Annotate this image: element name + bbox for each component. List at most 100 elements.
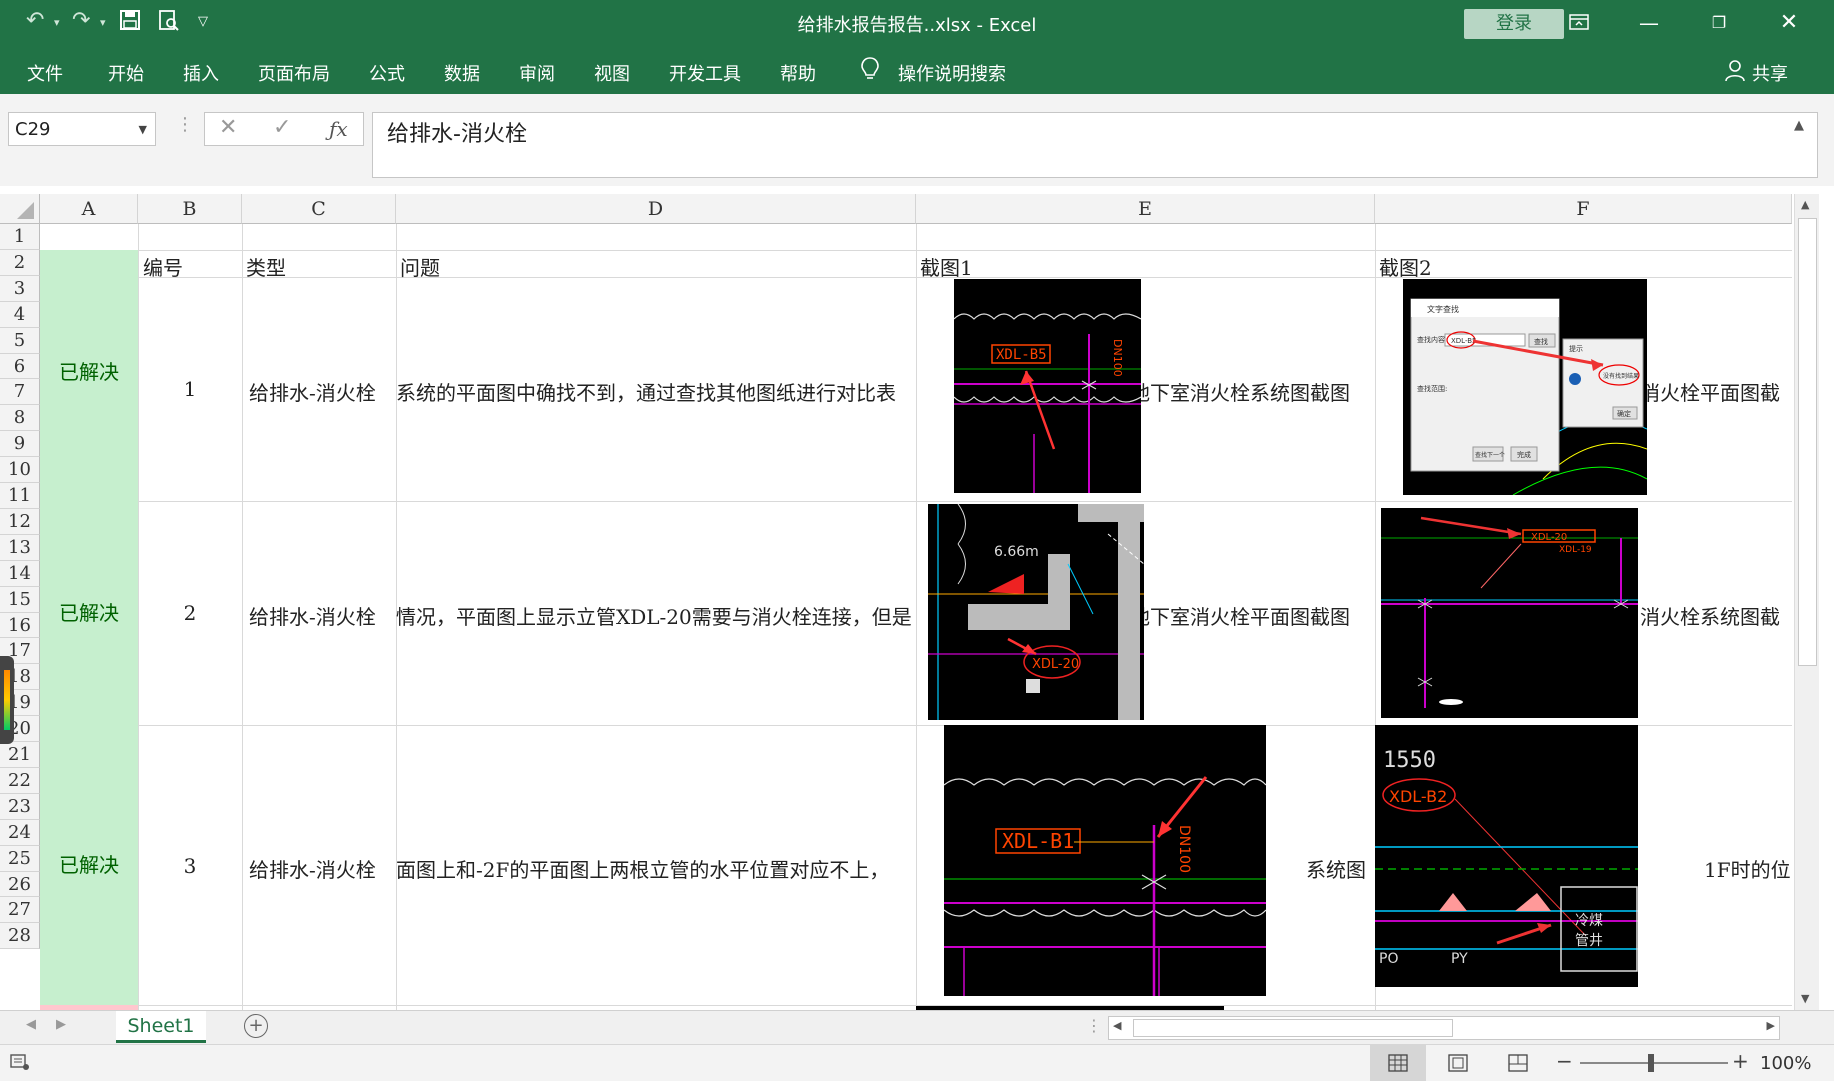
zoom-in-icon[interactable]: + (1732, 1049, 1749, 1073)
column-header-d[interactable]: D (396, 194, 916, 224)
row-header[interactable]: 4 (0, 302, 40, 328)
row-header[interactable]: 23 (0, 794, 40, 820)
record-issue[interactable]: 面图上和-2F的平面图上两根立管的水平位置对应不上， (396, 854, 916, 883)
column-header-f[interactable]: F (1375, 194, 1792, 224)
record-issue[interactable]: 情况，平面图上显示立管XDL-20需要与消火栓连接，但是 (396, 601, 916, 630)
scroll-left-icon[interactable]: ◀ (1113, 1019, 1121, 1032)
row-header[interactable]: 13 (0, 535, 40, 561)
side-widget[interactable] (0, 656, 14, 744)
select-all-corner[interactable] (0, 194, 40, 224)
row-header[interactable]: 2 (0, 250, 40, 276)
row-header[interactable]: 27 (0, 897, 40, 923)
row-header[interactable]: 14 (0, 561, 40, 587)
enter-icon[interactable]: ✓ (273, 115, 291, 140)
tab-insert[interactable]: 插入 (183, 60, 219, 86)
status-cell[interactable]: 已解决 (40, 725, 138, 1005)
cad-screenshot[interactable]: 文字查找 查找内容: XDL-B5 查找 查找范围: 查找下一个 完成 提示 没… (1403, 279, 1647, 495)
horizontal-scrollbar[interactable]: ◀ ▶ (1108, 1016, 1780, 1040)
normal-view-button[interactable] (1370, 1045, 1426, 1081)
page-break-view-icon[interactable] (1508, 1054, 1528, 1076)
tell-me-search[interactable]: 操作说明搜索 (898, 60, 1006, 86)
header-shot2[interactable]: 截图2 (1379, 252, 1432, 281)
next-sheet-icon[interactable]: ▶ (56, 1017, 66, 1032)
zoom-level[interactable]: 100% (1760, 1053, 1811, 1074)
ribbon-display-icon[interactable] (1554, 6, 1604, 40)
zoom-slider-thumb[interactable] (1648, 1054, 1654, 1072)
record-shot2-caption[interactable]: 消火栓系统图截 (1640, 601, 1792, 630)
row-header[interactable]: 22 (0, 768, 40, 794)
row-header[interactable]: 25 (0, 846, 40, 872)
tab-formulas[interactable]: 公式 (369, 60, 405, 86)
macro-record-icon[interactable] (10, 1053, 30, 1075)
column-header-e[interactable]: E (916, 194, 1375, 224)
tab-help[interactable]: 帮助 (780, 60, 816, 86)
row-header[interactable]: 16 (0, 613, 40, 638)
record-issue[interactable]: 系统的平面图中确找不到，通过查找其他图纸进行对比表 (396, 377, 916, 406)
formula-input[interactable]: 给排水-消火栓 (372, 112, 1818, 178)
sheet-tab[interactable]: Sheet1 (116, 1011, 206, 1043)
collapse-formula-icon[interactable]: ▲ (1794, 118, 1804, 133)
user-icon[interactable] (1724, 58, 1746, 87)
row-header[interactable]: 26 (0, 872, 40, 897)
tab-view[interactable]: 视图 (594, 60, 630, 86)
record-shot2-caption[interactable]: 1F时的位 (1704, 854, 1792, 883)
cad-screenshot[interactable]: 6.66m XDL-20 (928, 504, 1144, 720)
zoom-out-icon[interactable]: − (1556, 1049, 1573, 1073)
record-shot1-caption[interactable]: 系统图 (1306, 854, 1374, 883)
add-sheet-icon[interactable]: + (244, 1014, 268, 1038)
close-icon[interactable]: ✕ (1764, 6, 1814, 40)
share-button[interactable]: 共享 (1752, 60, 1788, 86)
scroll-up-icon[interactable]: ▲ (1801, 198, 1809, 211)
horizontal-scroll-thumb[interactable] (1133, 1019, 1453, 1037)
record-number[interactable]: 2 (138, 601, 242, 625)
header-number[interactable]: 编号 (143, 252, 183, 281)
record-number[interactable]: 3 (138, 854, 242, 878)
record-number[interactable]: 1 (138, 377, 242, 401)
row-header[interactable]: 3 (0, 276, 40, 302)
status-cell[interactable]: 已解决 (40, 250, 138, 501)
row-header[interactable]: 9 (0, 431, 40, 457)
record-shot2-caption[interactable]: 消火栓平面图截 (1640, 377, 1792, 406)
tab-review[interactable]: 审阅 (519, 60, 555, 86)
chevron-down-icon[interactable]: ▼ (139, 113, 147, 147)
row-header[interactable]: 5 (0, 328, 40, 354)
tab-file[interactable]: 文件 (27, 60, 63, 86)
column-header-c[interactable]: C (242, 194, 396, 224)
split-handle-icon[interactable]: ⋮ (1086, 1016, 1102, 1035)
record-shot1-caption[interactable]: 地下室消火栓系统图截图 (1130, 377, 1374, 406)
header-shot1[interactable]: 截图1 (920, 252, 973, 281)
column-header-b[interactable]: B (138, 194, 242, 224)
header-issue[interactable]: 问题 (400, 252, 440, 281)
record-type[interactable]: 给排水-消火栓 (249, 377, 394, 406)
tab-page-layout[interactable]: 页面布局 (258, 60, 330, 86)
row-header[interactable]: 12 (0, 509, 40, 535)
insert-function-icon[interactable]: ƒx (329, 117, 348, 141)
tab-home[interactable]: 开始 (108, 60, 144, 86)
cad-screenshot[interactable]: XDL-20 XDL-19 (1381, 508, 1638, 718)
tab-data[interactable]: 数据 (444, 60, 480, 86)
row-header[interactable]: 1 (0, 224, 40, 250)
name-box[interactable]: C29 ▼ (8, 112, 156, 146)
vertical-scroll-thumb[interactable] (1798, 218, 1817, 666)
cad-screenshot[interactable]: 1550 XDL-B2 冷煤 管井 PO PY (1375, 725, 1638, 987)
page-layout-view-icon[interactable] (1448, 1054, 1468, 1076)
scroll-right-icon[interactable]: ▶ (1767, 1019, 1775, 1032)
cad-screenshot[interactable]: XDL-B1 DN100 (944, 725, 1266, 996)
lightbulb-icon[interactable] (860, 56, 880, 87)
status-cell[interactable]: 已解决 (40, 501, 138, 725)
record-type[interactable]: 给排水-消火栓 (249, 854, 394, 883)
worksheet-grid[interactable]: A B C D E F 编号 类型 问题 截图1 截图2 已解决 已解决 已解决… (0, 186, 1792, 1010)
row-header[interactable]: 24 (0, 820, 40, 846)
column-header-a[interactable]: A (40, 194, 138, 224)
row-header[interactable]: 6 (0, 354, 40, 379)
tab-developer[interactable]: 开发工具 (669, 60, 741, 86)
row-header[interactable]: 7 (0, 379, 40, 405)
row-header[interactable]: 10 (0, 457, 40, 483)
record-type[interactable]: 给排水-消火栓 (249, 601, 394, 630)
cad-screenshot[interactable]: XDL-B5 DN100 (954, 279, 1141, 493)
row-header[interactable]: 15 (0, 587, 40, 613)
prev-sheet-icon[interactable]: ◀ (26, 1017, 36, 1032)
login-button[interactable]: 登录 (1464, 9, 1564, 39)
zoom-slider[interactable] (1580, 1054, 1728, 1072)
minimize-icon[interactable]: — (1624, 6, 1674, 40)
